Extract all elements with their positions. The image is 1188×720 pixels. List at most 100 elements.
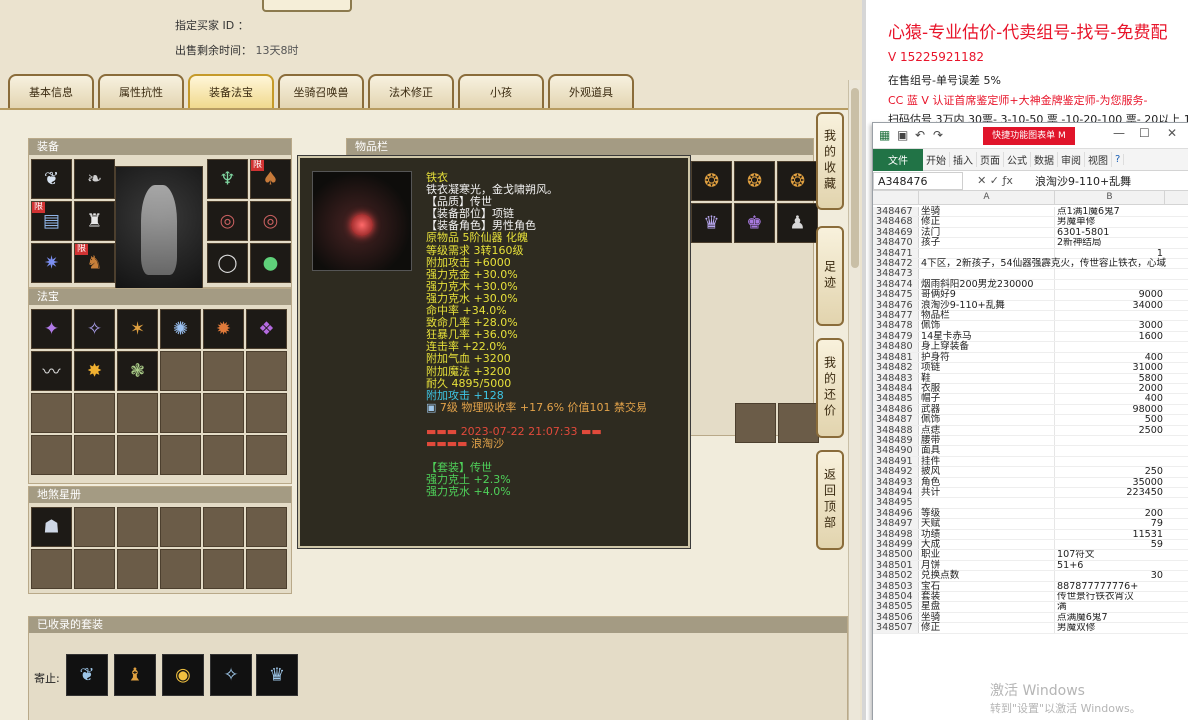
row-number[interactable]: 348474: [873, 279, 919, 290]
cell-b[interactable]: 200: [1055, 509, 1165, 518]
row-number[interactable]: 348492: [873, 466, 919, 477]
row-number[interactable]: 348479: [873, 331, 919, 342]
cell-b[interactable]: 500: [1055, 415, 1165, 424]
treasure-slot[interactable]: ❃: [117, 351, 158, 391]
treasure-slot[interactable]: ❖: [246, 309, 287, 349]
row-number[interactable]: 348505: [873, 602, 919, 612]
row-number[interactable]: 348483: [873, 373, 919, 383]
cell-a[interactable]: 兑换点数: [919, 570, 1055, 581]
confirm-button[interactable]: [262, 0, 352, 12]
cell-b[interactable]: [1055, 498, 1165, 507]
equip-slot[interactable]: ◎: [250, 201, 291, 241]
row-number[interactable]: 348480: [873, 341, 919, 352]
cell-a[interactable]: 坐骑: [919, 612, 1055, 623]
tab-child[interactable]: 小孩: [458, 74, 544, 108]
tiandi-slot[interactable]: ☗: [31, 507, 72, 547]
my-offer-button[interactable]: 我的还价: [816, 338, 844, 438]
cell-a[interactable]: 等级: [919, 508, 1055, 519]
cell-b[interactable]: 6301-5801: [1055, 228, 1165, 237]
cell-b[interactable]: [1055, 436, 1165, 445]
cell-b[interactable]: [1055, 259, 1165, 268]
cell-b[interactable]: 34000: [1055, 301, 1165, 310]
cell-a[interactable]: 共计: [919, 487, 1055, 498]
cell-a[interactable]: [919, 498, 1055, 508]
table-row[interactable]: 348472 4下区，2新孩子，54仙器强霹克火，传世容止铁衣，心域: [873, 258, 1188, 270]
cell-b[interactable]: 11531: [1055, 530, 1165, 539]
treasure-slot[interactable]: ✧: [74, 309, 115, 349]
cell-b[interactable]: 79: [1055, 519, 1165, 528]
row-number[interactable]: 348478: [873, 321, 919, 331]
row-number[interactable]: 348482: [873, 362, 919, 373]
cell-b[interactable]: 98000: [1055, 405, 1165, 414]
ribbon-tab[interactable]: 数据: [1031, 152, 1058, 167]
cell-a[interactable]: 身上穿装备: [919, 341, 1055, 352]
treasure-slot[interactable]: ✶: [117, 309, 158, 349]
cell-a[interactable]: 星盘: [919, 602, 1055, 612]
cell-b[interactable]: 31000: [1055, 363, 1165, 372]
cell-a[interactable]: [919, 248, 1055, 259]
row-number[interactable]: 348502: [873, 570, 919, 581]
cell-b[interactable]: 887877777776+: [1055, 582, 1165, 591]
equip-slot[interactable]: ❧: [74, 159, 115, 199]
name-box[interactable]: A348476: [873, 171, 963, 190]
inventory-slot[interactable]: ♟: [777, 203, 818, 243]
inventory-slot[interactable]: ♛: [691, 203, 732, 243]
treasure-slot[interactable]: 〰: [31, 351, 72, 391]
cell-b[interactable]: 107符文: [1055, 550, 1165, 559]
ribbon-tab[interactable]: 审阅: [1058, 152, 1085, 167]
row-number[interactable]: 348486: [873, 404, 919, 415]
cell-a[interactable]: 腰带: [919, 435, 1055, 446]
cell-a[interactable]: 14星卡赤马: [919, 331, 1055, 342]
cell-b[interactable]: 点1满1魔6鬼7: [1055, 207, 1165, 216]
treasure-slot[interactable]: ✹: [203, 309, 244, 349]
treasure-slot[interactable]: ✺: [160, 309, 201, 349]
row-number[interactable]: 348476: [873, 300, 919, 311]
cell-b[interactable]: 35000: [1055, 478, 1165, 487]
cell-b[interactable]: 满: [1055, 602, 1165, 611]
equip-slot[interactable]: ◎: [207, 201, 248, 241]
cell-a[interactable]: 佩饰: [919, 414, 1055, 425]
row-number[interactable]: 348484: [873, 383, 919, 394]
equip-slot[interactable]: 限 ▤: [31, 201, 72, 241]
cell-a[interactable]: 法门: [919, 227, 1055, 238]
cell-b[interactable]: 1600: [1055, 332, 1165, 341]
column-a-header[interactable]: A: [919, 191, 1055, 204]
cell-a[interactable]: 点痣: [919, 425, 1055, 435]
treasure-slot[interactable]: ✦: [31, 309, 72, 349]
cell-a[interactable]: 挂件: [919, 456, 1055, 467]
cell-a[interactable]: 帽子: [919, 393, 1055, 404]
cell-b[interactable]: 2新神结局: [1055, 238, 1165, 247]
cell-a[interactable]: 月饼: [919, 560, 1055, 571]
row-number[interactable]: 348485: [873, 393, 919, 404]
row-number[interactable]: 348472: [873, 258, 919, 269]
cell-b[interactable]: 男魔双修: [1055, 623, 1165, 632]
row-number[interactable]: 348499: [873, 539, 919, 550]
column-b-header[interactable]: B: [1055, 191, 1165, 204]
row-number[interactable]: 348493: [873, 477, 919, 487]
cell-a[interactable]: 项链: [919, 362, 1055, 373]
undo-icon[interactable]: ↶: [915, 128, 925, 142]
equip-slot[interactable]: ♆: [207, 159, 248, 199]
cell-a[interactable]: 修正: [919, 622, 1055, 633]
row-number[interactable]: 348498: [873, 529, 919, 540]
row-number[interactable]: 348475: [873, 289, 919, 300]
cell-b[interactable]: 2500: [1055, 426, 1165, 435]
footprint-button[interactable]: 足迹: [816, 226, 844, 326]
ribbon-tab[interactable]: 视图: [1085, 152, 1112, 167]
cell-b[interactable]: 250: [1055, 467, 1165, 476]
minimize-icon[interactable]: —: [1113, 126, 1125, 140]
cell-a[interactable]: 功绩: [919, 529, 1055, 540]
cell-b[interactable]: 223450: [1055, 488, 1165, 497]
cell-b[interactable]: 5800: [1055, 374, 1165, 383]
cell-b[interactable]: 2000: [1055, 384, 1165, 393]
row-number[interactable]: 348487: [873, 414, 919, 425]
table-row[interactable]: 348492 披风 250: [873, 466, 1188, 478]
cell-a[interactable]: 鞋: [919, 373, 1055, 383]
table-row[interactable]: 348470 孩子 2新神结局: [873, 237, 1188, 249]
cell-a[interactable]: 哥俩好9: [919, 289, 1055, 300]
row-number[interactable]: 348506: [873, 612, 919, 623]
row-number[interactable]: 348494: [873, 487, 919, 498]
cell-a[interactable]: 护身符: [919, 352, 1055, 363]
maximize-icon[interactable]: ☐: [1139, 126, 1150, 140]
equip-slot[interactable]: ❦: [31, 159, 72, 199]
